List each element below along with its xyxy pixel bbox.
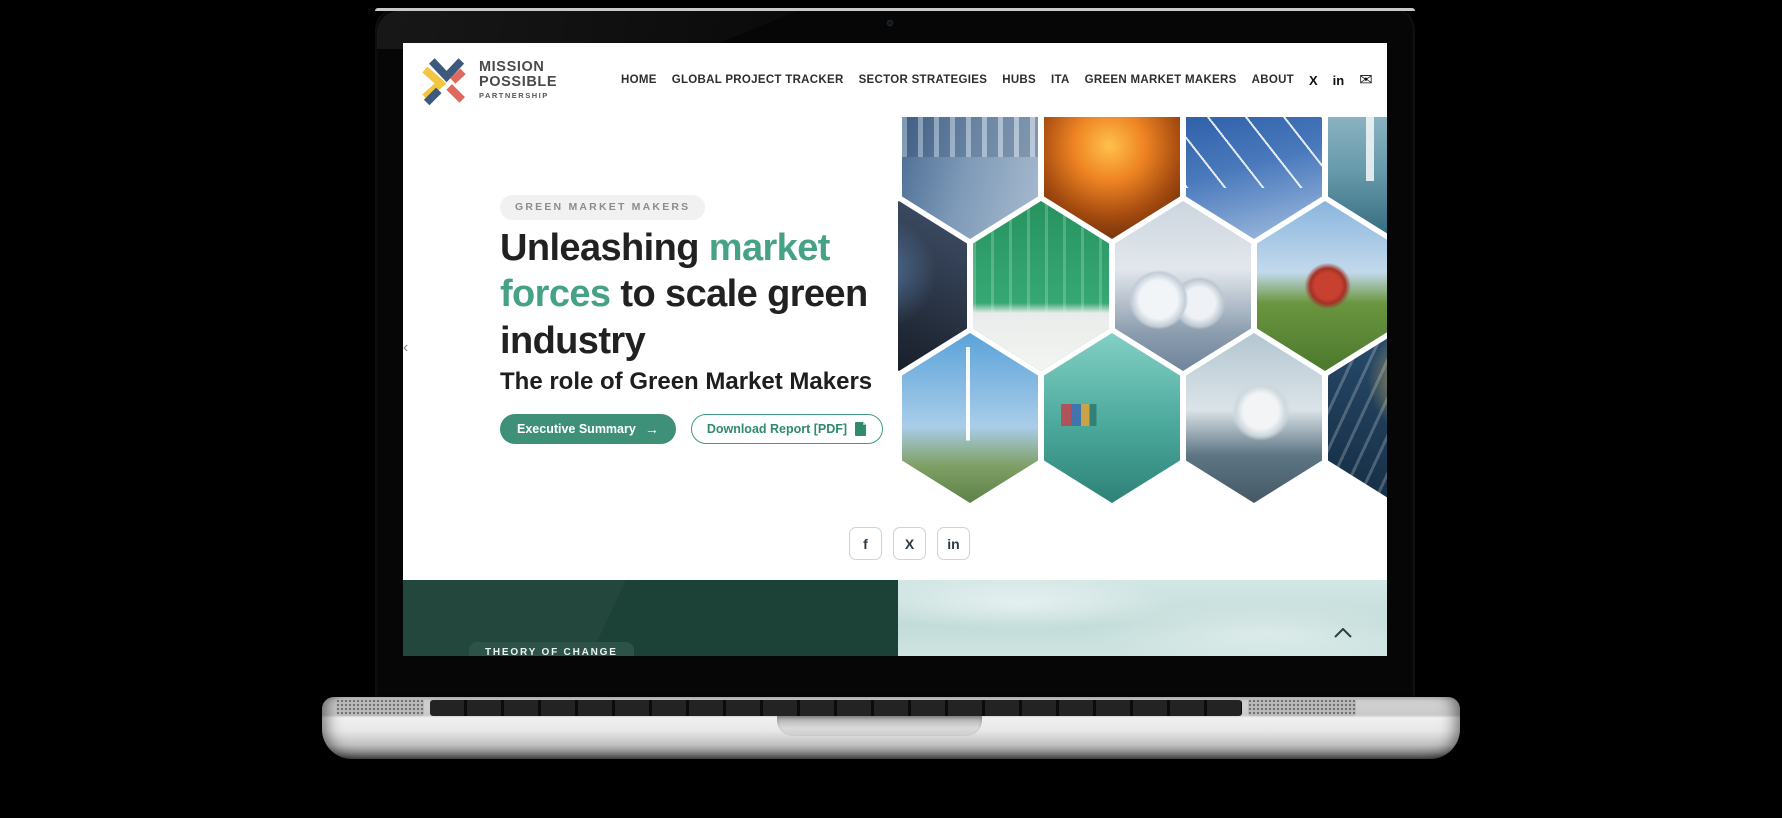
main-nav: HOME GLOBAL PROJECT TRACKER SECTOR STRAT…	[621, 43, 1379, 117]
brand-line3: PARTNERSHIP	[479, 92, 557, 100]
share-facebook-button[interactable]: f	[849, 527, 882, 560]
nav-home[interactable]: HOME	[621, 74, 657, 86]
brand-logo-mark	[418, 54, 470, 106]
linkedin-icon[interactable]: in	[1333, 73, 1345, 88]
keyboard-row	[430, 700, 1242, 716]
share-linkedin-button[interactable]: in	[937, 527, 970, 560]
hex-tile-wind-energy	[902, 333, 1038, 503]
nav-green-market-makers[interactable]: GREEN MARKET MAKERS	[1085, 74, 1237, 86]
scroll-to-top-icon[interactable]	[1334, 628, 1352, 638]
hero-hexagon-mosaic	[898, 117, 1387, 505]
hero-title: Unleashing market forces to scale green …	[500, 225, 868, 364]
email-icon[interactable]: ✉	[1359, 70, 1372, 90]
brand-logo[interactable]: MISSION POSSIBLE PARTNERSHIP	[418, 54, 557, 106]
site-header: MISSION POSSIBLE PARTNERSHIP HOME GLOBAL…	[403, 43, 1387, 117]
trackpad-thumb-scoop	[777, 716, 982, 736]
x-social-icon[interactable]: X	[1309, 73, 1318, 88]
share-row: f X in	[849, 527, 970, 560]
share-x-button[interactable]: X	[893, 527, 926, 560]
speaker-grille-right	[1248, 699, 1356, 716]
sky-image-section	[898, 580, 1387, 656]
nav-ita[interactable]: ITA	[1051, 74, 1070, 86]
hex-tile-control-room	[973, 201, 1109, 371]
carousel-prev-icon[interactable]: ‹	[403, 339, 408, 357]
laptop-screen: MISSION POSSIBLE PARTNERSHIP HOME GLOBAL…	[403, 43, 1387, 656]
speaker-grille-left	[336, 699, 424, 716]
arrow-right-icon: →	[645, 421, 659, 437]
hex-tile-gas-plant	[1115, 201, 1251, 371]
pdf-file-icon	[855, 422, 867, 436]
nav-sector-strategies[interactable]: SECTOR STRATEGIES	[859, 74, 988, 86]
download-report-button[interactable]: Download Report [PDF]	[691, 414, 883, 444]
brand-line2: POSSIBLE	[479, 75, 557, 90]
brand-line1: MISSION	[479, 60, 557, 75]
theory-of-change-section: THEORY OF CHANGE	[403, 580, 898, 656]
laptop-lid: MISSION POSSIBLE PARTNERSHIP HOME GLOBAL…	[375, 8, 1415, 700]
laptop-lid-edge-highlight	[375, 8, 1415, 11]
webcam-icon	[887, 20, 893, 26]
nav-global-project-tracker[interactable]: GLOBAL PROJECT TRACKER	[672, 74, 844, 86]
cta-row: Executive Summary → Download Report [PDF…	[500, 414, 883, 444]
hero-subtitle: The role of Green Market Makers	[500, 368, 872, 396]
laptop-base	[322, 697, 1460, 759]
hex-tile-container-ship	[1044, 333, 1180, 503]
brand-logo-text: MISSION POSSIBLE PARTNERSHIP	[479, 60, 557, 100]
hex-tile-hydrogen-truck	[1186, 333, 1322, 503]
hero-category-badge: GREEN MARKET MAKERS	[500, 195, 705, 220]
hex-tile-agriculture-tractor	[1257, 201, 1387, 371]
executive-summary-button[interactable]: Executive Summary →	[500, 414, 676, 444]
nav-about[interactable]: ABOUT	[1252, 74, 1294, 86]
theory-of-change-label: THEORY OF CHANGE	[469, 642, 634, 656]
nav-hubs[interactable]: HUBS	[1002, 74, 1036, 86]
